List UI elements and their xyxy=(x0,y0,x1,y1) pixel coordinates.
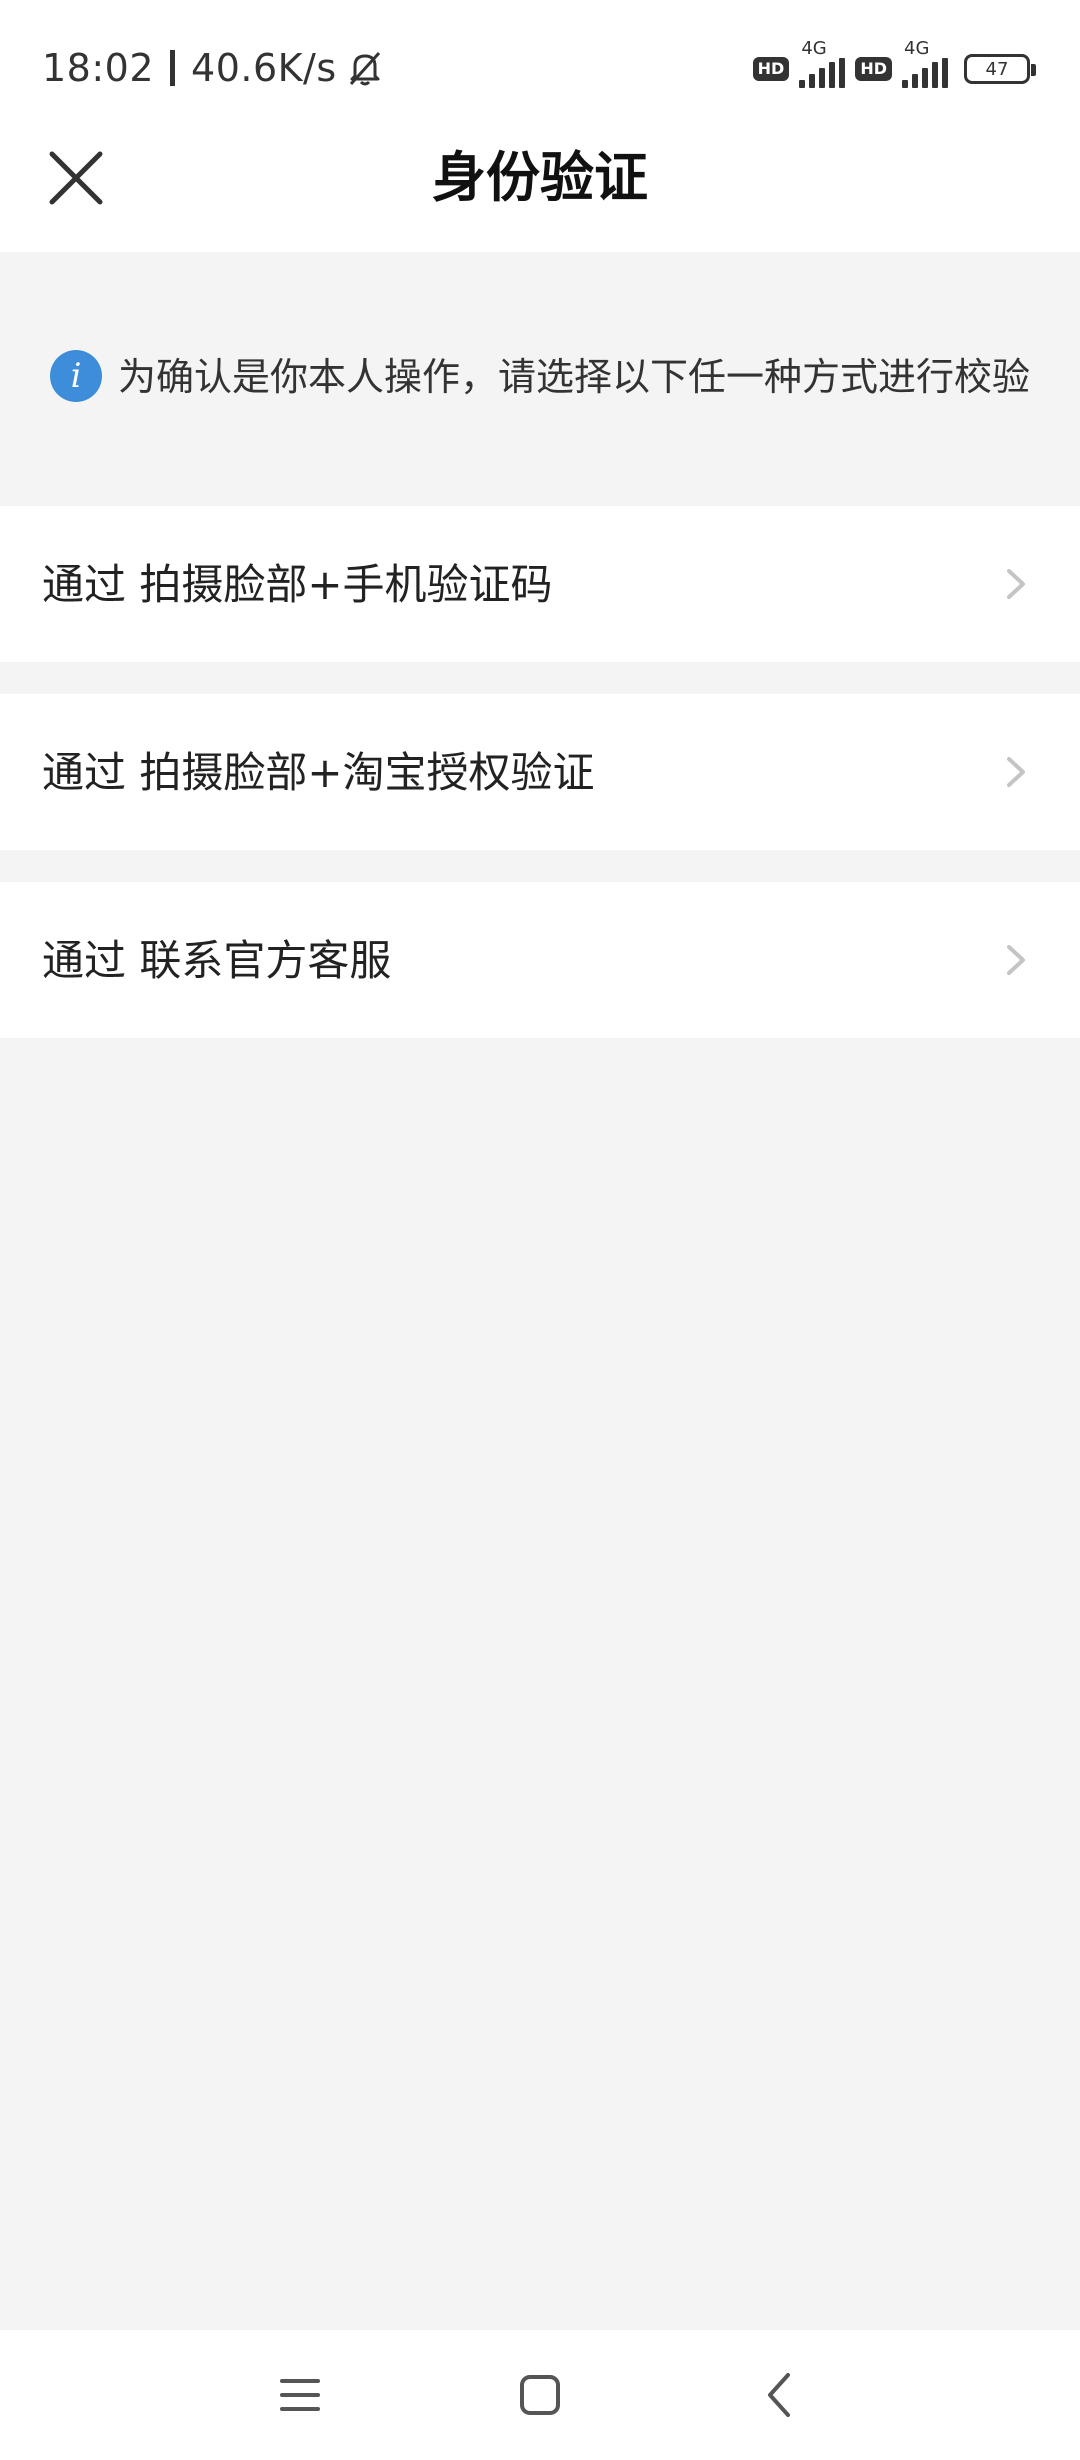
status-bar: 18:02 40.6K/s HD 4G HD 4G 47 xyxy=(0,0,1080,130)
chevron-right-icon xyxy=(1007,945,1025,975)
status-separator xyxy=(170,50,176,86)
option-label: 通过 联系官方客服 xyxy=(42,936,392,985)
info-icon: i xyxy=(50,350,102,402)
option-face-taobao[interactable]: 通过 拍摄脸部+淘宝授权验证 xyxy=(0,694,1080,850)
battery-level: 47 xyxy=(985,58,1009,80)
home-icon xyxy=(520,2375,560,2415)
notice-text: 为确认是你本人操作，请选择以下任一种方式进行校验 xyxy=(118,355,1031,399)
status-time: 18:02 xyxy=(42,46,155,90)
option-face-sms[interactable]: 通过 拍摄脸部+手机验证码 xyxy=(0,506,1080,662)
hd-badge-sim2: HD xyxy=(855,57,892,81)
net-speed: 40.6K/s xyxy=(191,46,337,90)
info-notice: i 为确认是你本人操作，请选择以下任一种方式进行校验 xyxy=(0,252,1080,506)
option-label: 通过 拍摄脸部+淘宝授权验证 xyxy=(42,748,595,797)
hd-badge-sim1: HD xyxy=(752,57,790,81)
signal-bars-sim1 xyxy=(799,58,846,88)
system-nav-bar xyxy=(0,2330,1080,2460)
chevron-right-icon xyxy=(1007,569,1025,599)
menu-icon xyxy=(280,2379,320,2411)
bell-mute-icon xyxy=(349,51,380,86)
signal-icon-sim2: 4G xyxy=(902,38,948,88)
signal-bars-sim2 xyxy=(902,58,948,88)
back-button[interactable] xyxy=(750,2365,810,2425)
menu-button[interactable] xyxy=(270,2365,330,2425)
status-right: HD 4G HD 4G 47 xyxy=(752,38,1036,94)
signal-icon-sim1: 4G xyxy=(799,38,846,88)
network-type-sim2: 4G xyxy=(904,38,930,59)
header: 身份验证 xyxy=(0,130,1080,252)
status-left: 18:02 40.6K/s xyxy=(42,40,385,96)
home-button[interactable] xyxy=(510,2365,570,2425)
chevron-right-icon xyxy=(1007,757,1025,787)
back-icon xyxy=(768,2373,790,2417)
option-contact-support[interactable]: 通过 联系官方客服 xyxy=(0,882,1080,1038)
screen: 18:02 40.6K/s HD 4G HD 4G 47 身份验证 i 为确认是… xyxy=(0,0,1080,2460)
option-label: 通过 拍摄脸部+手机验证码 xyxy=(42,560,553,609)
info-icon-glyph: i xyxy=(70,356,82,396)
page-title: 身份验证 xyxy=(432,146,648,209)
battery-icon: 47 xyxy=(964,54,1036,84)
network-type-sim1: 4G xyxy=(801,38,827,59)
